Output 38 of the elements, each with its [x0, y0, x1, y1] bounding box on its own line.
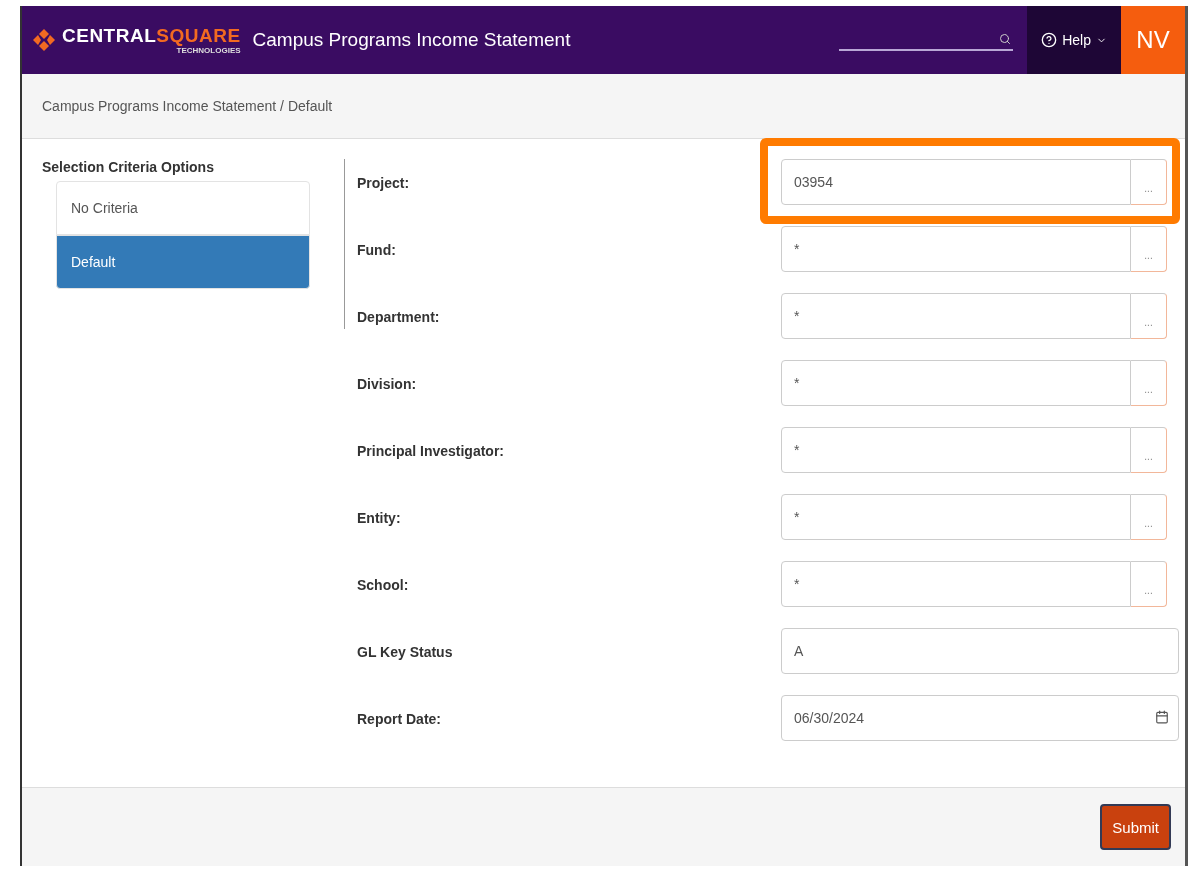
submit-button[interactable]: Submit — [1100, 804, 1171, 850]
input-field[interactable]: * — [781, 427, 1131, 473]
criteria-option[interactable]: No Criteria — [56, 181, 310, 235]
sidebar-title: Selection Criteria Options — [42, 159, 215, 175]
input-field[interactable]: * — [781, 360, 1131, 406]
field-label: Principal Investigator: — [357, 442, 506, 459]
field-label: Report Date: — [357, 710, 442, 727]
input-field[interactable]: A — [781, 628, 1179, 674]
lookup-button[interactable]: ... — [1131, 360, 1167, 406]
calendar-icon — [1155, 710, 1169, 724]
input-field[interactable]: * — [781, 226, 1131, 272]
criteria-option[interactable]: Default — [56, 235, 310, 289]
field-label: Fund: — [357, 241, 397, 258]
field-label: Department: — [357, 308, 441, 325]
lookup-button[interactable]: ... — [1131, 293, 1167, 339]
breadcrumb: Campus Programs Income Statement / Default — [22, 74, 1185, 139]
date-field[interactable]: 06/30/2024 — [781, 695, 1179, 741]
logo-wordmark: CENTRALSQUARE — [62, 25, 241, 45]
field-label: School: — [357, 576, 410, 593]
input-field[interactable]: 03954 — [781, 159, 1131, 205]
field-label: Division: — [357, 375, 418, 392]
lookup-button[interactable]: ... — [1131, 494, 1167, 540]
search-icon — [999, 33, 1012, 45]
field-label: Project: — [357, 174, 411, 191]
help-menu-button[interactable]: Help — [1027, 6, 1121, 74]
input-field[interactable]: * — [781, 561, 1131, 607]
field-label: GL Key Status — [357, 643, 454, 660]
app-title: Campus Programs Income Statement — [252, 29, 572, 51]
help-icon — [1041, 32, 1058, 48]
logo-tagline: TECHNOLOGIES — [176, 46, 241, 55]
lookup-button[interactable]: ... — [1131, 427, 1167, 473]
field-label: Entity: — [357, 509, 402, 526]
input-field[interactable]: * — [781, 293, 1131, 339]
input-field[interactable]: * — [781, 494, 1131, 540]
lookup-button[interactable]: ... — [1131, 159, 1167, 205]
logo-icon — [32, 28, 56, 52]
lookup-button[interactable]: ... — [1131, 226, 1167, 272]
lookup-button[interactable]: ... — [1131, 561, 1167, 607]
